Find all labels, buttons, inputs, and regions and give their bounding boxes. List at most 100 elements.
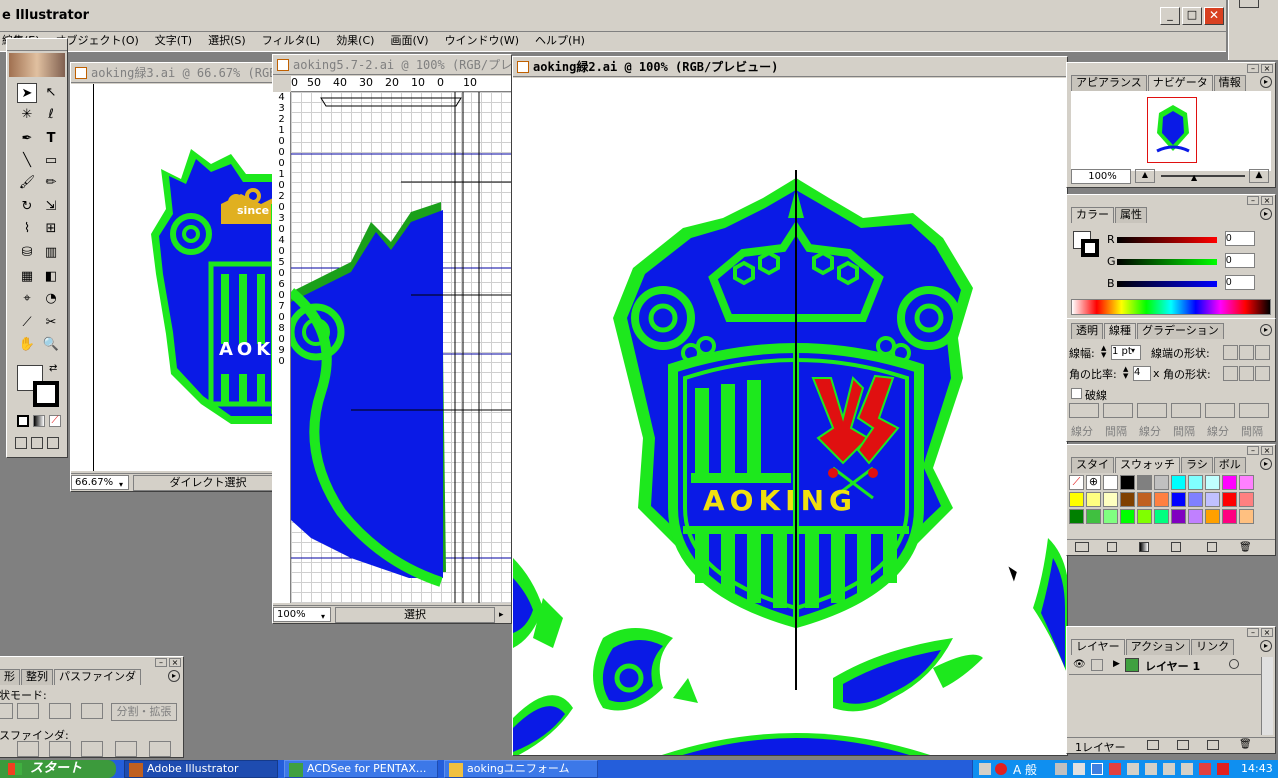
menu-view[interactable]: 画面(V) (382, 32, 436, 51)
hand-tool-icon[interactable]: ✋ (17, 335, 37, 355)
close-button[interactable]: ✕ (1204, 7, 1224, 25)
cap-round-button[interactable] (1239, 345, 1254, 360)
tab-gradient[interactable]: グラデーション (1137, 323, 1224, 339)
stroke-weight-input[interactable]: 1 pt (1111, 345, 1141, 360)
direct-selection-tool-icon[interactable]: ↖ (41, 83, 61, 103)
pencil-tool-icon[interactable]: ✏ (41, 173, 61, 193)
miter-stepper[interactable]: ▲ ▼ (1123, 366, 1133, 380)
subtract-shape-button[interactable] (17, 703, 39, 719)
panel-menu-icon[interactable]: ▸ (1260, 324, 1272, 336)
panel-minimize-button[interactable]: – (155, 658, 167, 667)
blend-tool-icon[interactable]: ◔ (41, 289, 61, 309)
tab-layers[interactable]: レイヤー (1071, 639, 1125, 655)
tray-icon-3[interactable] (1055, 763, 1067, 775)
type-tool-icon[interactable]: T (41, 129, 61, 149)
r-slider[interactable] (1117, 237, 1217, 243)
tray-icon-4[interactable] (1073, 763, 1085, 775)
swatch-spring-green[interactable] (1154, 509, 1169, 524)
navigator-preview[interactable] (1071, 91, 1271, 171)
swatch-cyan[interactable] (1171, 475, 1186, 490)
tray-icon-12[interactable] (1217, 763, 1229, 775)
menu-help[interactable]: ヘルプ(H) (527, 32, 593, 51)
menu-type[interactable]: 文字(T) (147, 32, 200, 51)
swatch-mid-green[interactable] (1086, 509, 1101, 524)
gap-field-2[interactable] (1171, 403, 1201, 418)
gap-field-3[interactable] (1239, 403, 1269, 418)
swatch-rose[interactable] (1222, 509, 1237, 524)
tab-color[interactable]: カラー (1071, 207, 1114, 223)
dash-field-2[interactable] (1137, 403, 1167, 418)
delete-layer-icon[interactable]: 🗑 (1239, 739, 1252, 750)
minimize-button[interactable]: _ (1160, 7, 1180, 25)
graph-tool-icon[interactable]: ▥ (41, 243, 61, 263)
swatch-violet[interactable] (1188, 509, 1203, 524)
tab-pathfinder[interactable]: パスファインダ (54, 669, 141, 685)
zoom-slider-thumb[interactable]: ▲ (1191, 173, 1197, 182)
dash-field-1[interactable] (1069, 403, 1099, 418)
panel-close-button[interactable]: × (1261, 64, 1273, 73)
symbol-sprayer-tool-icon[interactable]: ⛁ (17, 243, 37, 263)
dashed-checkbox[interactable] (1071, 388, 1082, 399)
tray-icon-11[interactable] (1199, 763, 1211, 775)
dash-field-3[interactable] (1205, 403, 1235, 418)
layers-scrollbar[interactable] (1261, 657, 1273, 735)
doc2-canvas[interactable] (291, 92, 511, 603)
menu-effect[interactable]: 効果(C) (328, 32, 382, 51)
swatch-light-red[interactable] (1239, 492, 1254, 507)
layer-expand-icon[interactable]: ▶ (1113, 659, 1120, 669)
stroke-weight-dropdown-icon[interactable]: ▾ (1131, 346, 1135, 355)
delete-swatch-icon[interactable]: 🗑 (1239, 542, 1252, 553)
paintbrush-tool-icon[interactable]: 🖌 (17, 173, 37, 193)
tray-icon-9[interactable] (1163, 763, 1175, 775)
show-color-swatches-icon[interactable] (1107, 542, 1117, 552)
free-transform-tool-icon[interactable]: ⊞ (41, 219, 61, 239)
panel-close-button[interactable]: × (1261, 446, 1273, 455)
swatch-black[interactable] (1120, 475, 1135, 490)
tray-icon-10[interactable] (1181, 763, 1193, 775)
swatch-yellow[interactable] (1069, 492, 1084, 507)
new-swatch-icon[interactable] (1207, 542, 1217, 552)
swatch-pale-blue[interactable] (1205, 492, 1220, 507)
zoom-in-button[interactable]: ▲ (1249, 169, 1269, 183)
swatch-light-blue[interactable] (1188, 492, 1203, 507)
join-bevel-button[interactable] (1255, 366, 1270, 381)
tab-attributes[interactable]: 属性 (1115, 207, 1147, 223)
doc1-title-bar[interactable]: aoking緑3.ai @ 66.67% (RGB/ (71, 63, 289, 83)
tray-icon-6[interactable] (1109, 763, 1121, 775)
tab-styles[interactable]: スタイ (1071, 457, 1114, 473)
layer-name[interactable]: レイヤー 1 (1145, 658, 1200, 674)
tab-transparency[interactable]: 透明 (1071, 323, 1103, 339)
b-slider[interactable] (1117, 281, 1217, 287)
new-sublayer-icon[interactable] (1177, 740, 1189, 750)
b-input[interactable] (1225, 275, 1255, 290)
panel-minimize-button[interactable]: – (1247, 64, 1259, 73)
cap-square-button[interactable] (1255, 345, 1270, 360)
eyedropper-tool-icon[interactable]: ⌖ (17, 289, 37, 309)
zoom-slider[interactable] (1161, 175, 1245, 177)
tab-brushes[interactable]: ラシ (1181, 457, 1213, 473)
join-round-button[interactable] (1239, 366, 1254, 381)
make-clip-mask-icon[interactable] (1147, 740, 1159, 750)
exclude-shape-button[interactable] (81, 703, 103, 719)
tab-navigator[interactable]: ナビゲータ (1147, 75, 1213, 91)
scale-tool-icon[interactable]: ⇲ (41, 197, 61, 217)
scissors-tool-icon[interactable]: ✂ (41, 313, 61, 333)
tools-panel-handle[interactable] (7, 39, 67, 51)
tab-actions[interactable]: アクション (1125, 639, 1191, 655)
tray-icon-2[interactable] (995, 763, 1007, 775)
taskbar-item-acdsee[interactable]: ACDSee for PENTAX... (284, 760, 438, 778)
pen-tool-icon[interactable]: ✒ (17, 129, 37, 149)
tab-transform[interactable]: 形 (0, 669, 20, 685)
add-shape-button[interactable] (0, 703, 13, 719)
doc3-canvas[interactable]: AOKING (513, 78, 1067, 755)
tab-symbols[interactable]: ボル (1213, 457, 1246, 473)
tray-icon-1[interactable] (979, 763, 991, 775)
zoom-out-button[interactable]: ▲ (1135, 169, 1155, 183)
divide-button[interactable] (17, 741, 39, 757)
gradient-mode-icon[interactable] (33, 415, 45, 427)
swatch-light-yellow[interactable] (1086, 492, 1101, 507)
layer-target-icon[interactable] (1229, 659, 1239, 669)
doc2-status-dropdown-icon[interactable]: ▸ (499, 607, 504, 624)
panel-minimize-button[interactable]: – (1247, 628, 1259, 637)
maximize-button[interactable]: □ (1182, 7, 1202, 25)
